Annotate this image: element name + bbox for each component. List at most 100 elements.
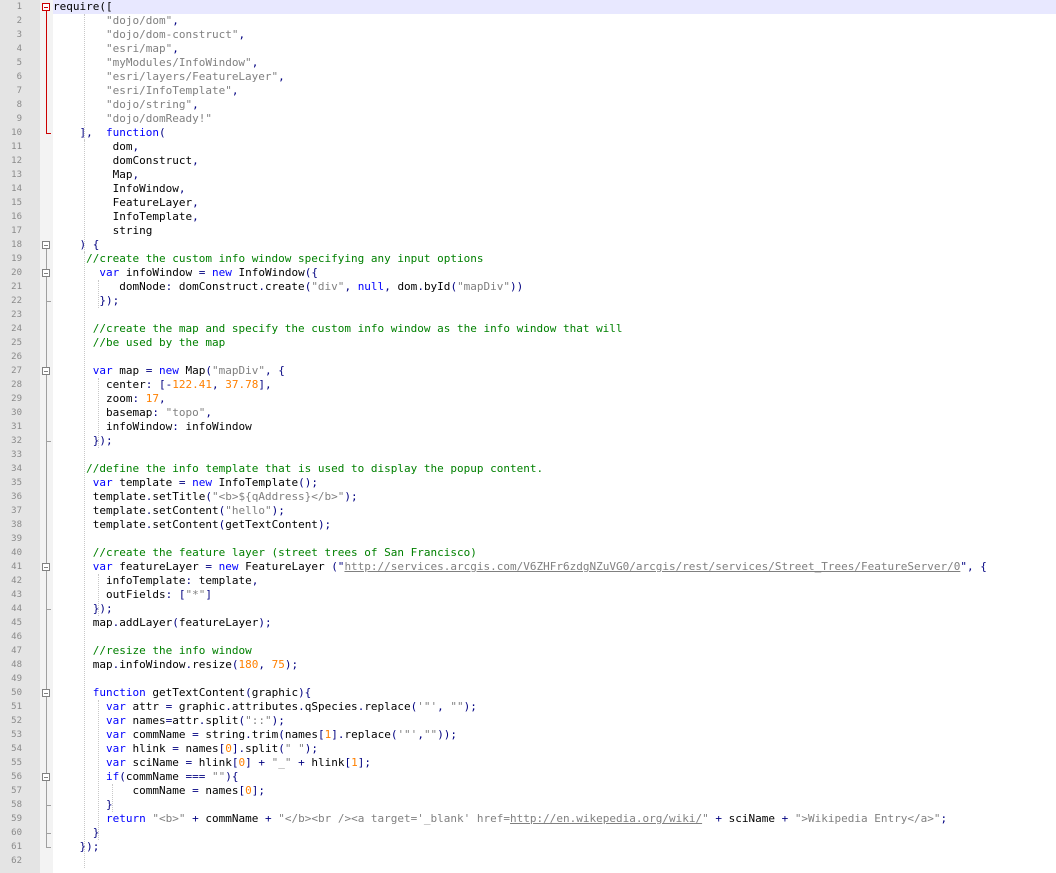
code-token: map: [92, 658, 113, 671]
code-line-text: "dojo/dom-construct",: [53, 28, 245, 42]
code-token: "esri/InfoTemplate": [105, 84, 232, 97]
line-number: 20: [11, 268, 22, 278]
code-token: Map: [178, 364, 206, 377]
code-token: ,: [278, 70, 285, 83]
code-token: hlink: [125, 742, 173, 755]
code-token: if: [105, 770, 120, 783]
code-token: setContent: [152, 518, 219, 531]
fold-range-line: [46, 781, 47, 805]
line-number: 57: [11, 786, 22, 796]
code-token: create: [264, 280, 305, 293]
code-token: template: [92, 518, 146, 531]
line-number: 60: [11, 828, 22, 838]
line-number: 29: [11, 394, 22, 404]
code-token: ,: [192, 210, 199, 223]
code-token: dom: [397, 280, 418, 293]
code-token: ", {: [960, 560, 987, 573]
line-number: 9: [16, 114, 22, 124]
line-number: 49: [11, 674, 22, 684]
code-line-text: template.setContent(getTextContent);: [53, 518, 331, 532]
fold-toggle-icon[interactable]: [42, 367, 50, 375]
code-token: //create the custom info window specifyi…: [86, 252, 484, 265]
code-token: template: [112, 476, 179, 489]
line-number: 6: [16, 72, 22, 82]
line-number: 15: [11, 198, 22, 208]
fold-toggle-icon[interactable]: [42, 563, 50, 571]
code-line-text: template.setTitle("<b>${qAddress}</b>");: [53, 490, 358, 504]
code-line-text: map.addLayer(featureLayer);: [53, 616, 272, 630]
code-token: 37.78: [225, 378, 259, 391]
line-number: 16: [11, 212, 22, 222]
code-token: ">Wikipedia Entry</a>": [794, 812, 941, 825]
code-token: sciName: [728, 812, 782, 825]
code-line-text: var sciName = hlink[0] + "_" + hlink[1];: [53, 756, 371, 770]
code-token: .: [258, 280, 265, 293]
fold-range-line: [46, 277, 47, 301]
code-token: ].: [231, 742, 246, 755]
code-line-text: "esri/map",: [53, 42, 179, 56]
fold-toggle-icon[interactable]: [42, 773, 50, 781]
code-token: });: [79, 840, 100, 853]
code-token: "dojo/domReady!": [105, 112, 212, 125]
code-editor[interactable]: require([ "dojo/dom", "dojo/dom-construc…: [0, 0, 1056, 873]
fold-toggle-icon[interactable]: [42, 689, 50, 697]
code-token: new: [211, 266, 232, 279]
code-line-text: zoom: 17,: [53, 392, 166, 406]
code-token: =: [192, 728, 199, 741]
code-token: "dojo/dom": [105, 14, 173, 27]
code-token: );: [271, 714, 285, 727]
line-number: 61: [11, 842, 22, 852]
code-line-text: var template = new InfoTemplate();: [53, 476, 318, 490]
fold-toggle-icon[interactable]: [42, 269, 50, 277]
code-token: infoWindow: [185, 420, 252, 433]
code-line-text: }: [53, 798, 113, 812]
code-token: ": [702, 812, 709, 825]
code-token: "dojo/dom-construct": [105, 28, 239, 41]
code-token: ,: [172, 14, 179, 27]
code-line-text: dom,: [53, 140, 140, 154]
line-number: 24: [11, 324, 22, 334]
code-token: ,: [258, 658, 272, 671]
fold-toggle-icon[interactable]: [42, 3, 50, 11]
code-token: "myModules/InfoWindow": [105, 56, 252, 69]
code-token: ,: [437, 700, 451, 713]
code-token: ,: [192, 196, 199, 209]
fold-toggle-icon[interactable]: [42, 241, 50, 249]
code-token: "dojo/string": [105, 98, 193, 111]
code-token: "::": [245, 714, 272, 727]
code-token: =: [205, 560, 212, 573]
code-line-text: });: [53, 840, 100, 854]
line-number: 52: [11, 716, 22, 726]
code-token: ].: [331, 728, 345, 741]
code-line-text: });: [53, 602, 113, 616]
code-token: : [: [165, 588, 186, 601]
code-token: +: [781, 812, 795, 825]
code-token: 0: [225, 742, 232, 755]
code-line-text: "esri/layers/FeatureLayer",: [53, 70, 285, 84]
code-token: "*": [185, 588, 206, 601]
code-token: addLayer: [119, 616, 173, 629]
code-token: :: [185, 574, 199, 587]
code-token: "hello": [225, 504, 272, 517]
line-number: 34: [11, 464, 22, 474]
code-token: domConstruct: [112, 154, 193, 167]
code-lines[interactable]: require([ "dojo/dom", "dojo/dom-construc…: [53, 0, 1056, 873]
code-token: resize: [192, 658, 232, 671]
code-token: ));: [437, 728, 458, 741]
code-token: names: [125, 714, 166, 727]
line-number: 28: [11, 380, 22, 390]
code-token: ,: [178, 182, 186, 195]
line-number: 44: [11, 604, 22, 614]
line-number: 51: [11, 702, 22, 712]
